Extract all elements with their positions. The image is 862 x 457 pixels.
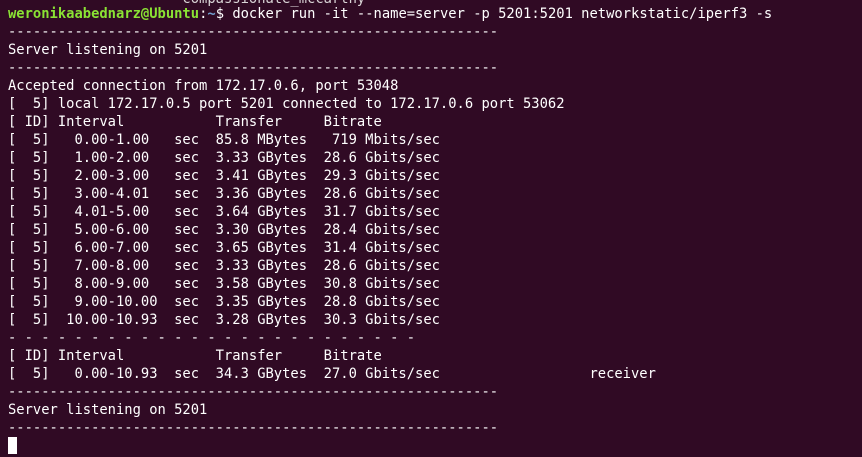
- terminal-window[interactable]: compassionate_mccarthy weronikaabednarz@…: [0, 0, 862, 457]
- interval-row: [ 5] 1.00-2.00 sec 3.33 GBytes 28.6 Gbit…: [8, 150, 440, 166]
- command-text: docker run -it --name=server -p 5201:520…: [232, 6, 773, 22]
- accepted-connection-line: Accepted connection from 172.17.0.6, por…: [8, 78, 399, 94]
- interval-row: [ 5] 0.00-1.00 sec 85.8 MBytes 719 Mbits…: [8, 132, 440, 148]
- dash-separator: ----------------------------------------…: [8, 384, 499, 400]
- scrolled-off-line: compassionate_mccarthy: [8, 0, 365, 8]
- prompt-user-host: weronikaabednarz@Ubuntu: [8, 6, 200, 22]
- interval-row: [ 5] 5.00-6.00 sec 3.30 GBytes 28.4 Gbit…: [8, 222, 440, 238]
- server-listening-line: Server listening on 5201: [8, 42, 208, 58]
- interval-row: [ 5] 4.01-5.00 sec 3.64 GBytes 31.7 Gbit…: [8, 204, 440, 220]
- local-connection-line: [ 5] local 172.17.0.5 port 5201 connecte…: [8, 96, 565, 112]
- interval-row: [ 5] 7.00-8.00 sec 3.33 GBytes 28.6 Gbit…: [8, 258, 440, 274]
- interval-row: [ 5] 6.00-7.00 sec 3.65 GBytes 31.4 Gbit…: [8, 240, 440, 256]
- server-listening-line-again: Server listening on 5201: [8, 402, 208, 418]
- interval-header: [ ID] Interval Transfer Bitrate: [8, 114, 382, 130]
- interval-row: [ 5] 8.00-9.00 sec 3.58 GBytes 30.8 Gbit…: [8, 276, 440, 292]
- prompt-symbol: $: [215, 6, 233, 22]
- interval-row: [ 5] 2.00-3.00 sec 3.41 GBytes 29.3 Gbit…: [8, 168, 440, 184]
- dash-separator: ----------------------------------------…: [8, 24, 499, 40]
- prompt-path: ~: [207, 6, 216, 22]
- dotted-separator: - - - - - - - - - - - - - - - - - - - - …: [8, 330, 416, 346]
- dash-separator: ----------------------------------------…: [8, 60, 499, 76]
- interval-row: [ 5] 10.00-10.93 sec 3.28 GBytes 30.3 Gb…: [8, 312, 440, 328]
- summary-row: [ 5] 0.00-10.93 sec 34.3 GBytes 27.0 Gbi…: [8, 366, 656, 382]
- interval-row: [ 5] 3.00-4.01 sec 3.36 GBytes 28.6 Gbit…: [8, 186, 440, 202]
- cursor-line: [8, 437, 862, 455]
- text-cursor[interactable]: [8, 437, 17, 454]
- summary-header: [ ID] Interval Transfer Bitrate: [8, 348, 382, 364]
- interval-row: [ 5] 9.00-10.00 sec 3.35 GBytes 28.8 Gbi…: [8, 294, 440, 310]
- dash-separator: ----------------------------------------…: [8, 420, 499, 436]
